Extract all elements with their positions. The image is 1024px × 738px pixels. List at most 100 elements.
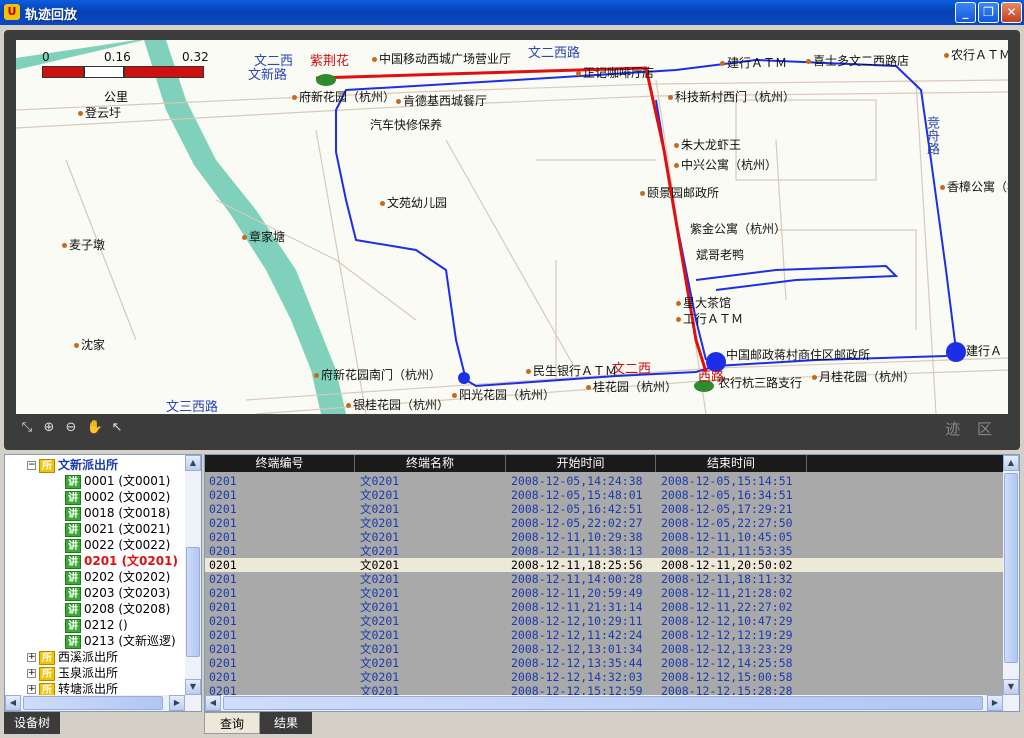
table-row[interactable]: 0201 文0201 2008-12-05,14:24:38 2008-12-05,1… — [205, 474, 1005, 488]
tree-device-item[interactable]: 讲 0203 (文0203) — [65, 585, 170, 601]
hand-icon[interactable]: ✋ — [86, 419, 104, 437]
device-tree[interactable]: − 所文新派出所 讲 0001 (文0001) 讲 0002 (文0002) 讲 0018 … — [4, 454, 202, 712]
expand-icon[interactable]: + — [27, 653, 36, 662]
tree-device-item[interactable]: 讲 0022 (文0022) — [65, 537, 170, 553]
pan-reset-icon[interactable]: ⤡ — [18, 419, 36, 437]
close-button[interactable]: ✕ — [1001, 2, 1022, 23]
scroll-thumb[interactable] — [223, 696, 983, 710]
tree-device-item[interactable]: 讲 0201 (文0201) — [65, 553, 178, 569]
table-row[interactable]: 0201 文0201 2008-12-12,13:35:44 2008-12-12,1… — [205, 656, 1005, 670]
table-row[interactable]: 0201 文0201 2008-12-12,14:32:03 2008-12-12,1… — [205, 670, 1005, 684]
scroll-up-icon[interactable]: ▲ — [1003, 455, 1019, 471]
tree-device-item[interactable]: 讲 0202 (文0202) — [65, 569, 170, 585]
tab-result[interactable]: 结果 — [260, 712, 312, 734]
tree-node[interactable]: + 所西溪派出所 — [27, 649, 118, 665]
scroll-thumb[interactable] — [23, 696, 163, 710]
scroll-left-icon[interactable]: ◀ — [5, 695, 21, 711]
tree-device-item[interactable]: 讲 0001 (文0001) — [65, 473, 170, 489]
scroll-down-icon[interactable]: ▼ — [1003, 679, 1019, 695]
grid-vscrollbar[interactable]: ▲ ▼ — [1003, 455, 1019, 695]
tree-device-item[interactable]: 讲 0213 (文新巡逻) — [65, 633, 176, 649]
poi-label[interactable]: 正记咖啡厅 — [576, 64, 643, 81]
table-row[interactable]: 0201 文0201 2008-12-11,11:38:13 2008-12-11,1… — [205, 544, 1005, 558]
column-header[interactable]: 终端编号 — [205, 455, 355, 472]
tree-vscrollbar[interactable]: ▲ ▼ — [185, 455, 201, 695]
tab-device-tree[interactable]: 设备树 — [4, 712, 60, 734]
poi-label[interactable]: 工行ＡＴＭ — [676, 310, 743, 327]
poi-label[interactable]: 中国邮政蒋村商住区邮政所 — [726, 346, 870, 363]
zoom-in-icon[interactable]: ⊕ — [40, 419, 58, 437]
poi-label[interactable]: 登云圩 — [78, 104, 121, 121]
poi-label[interactable]: 汽车快修保养 — [370, 116, 442, 133]
table-row[interactable]: 0201 文0201 2008-12-12,11:42:24 2008-12-12,1… — [205, 628, 1005, 642]
column-header[interactable]: 结束时间 — [656, 455, 807, 472]
title-bar[interactable]: U 轨迹回放 _ ❐ ✕ — [0, 0, 1024, 25]
poi-label[interactable]: 月桂花园（杭州） — [812, 368, 915, 385]
tree-hscrollbar[interactable]: ◀ ▶ — [5, 695, 201, 711]
table-row[interactable]: 0201 文0201 2008-12-12,13:01:34 2008-12-12,1… — [205, 642, 1005, 656]
poi-label[interactable]: 店 — [642, 64, 654, 81]
poi-label[interactable]: 中兴公寓（杭州） — [674, 156, 777, 173]
table-row[interactable]: 0201 文0201 2008-12-11,21:31:14 2008-12-11,2… — [205, 600, 1005, 614]
tree-device-item[interactable]: 讲 0018 (文0018) — [65, 505, 170, 521]
poi-label[interactable]: 府新花园（杭州） — [292, 88, 395, 105]
tree-device-item[interactable]: 讲 0212 () — [65, 617, 128, 633]
poi-label[interactable]: 府新花园南门（杭州） — [314, 366, 441, 383]
poi-label[interactable]: 桂花园（杭州） — [586, 378, 677, 395]
poi-label[interactable]: 斌哥老鸭 — [696, 246, 744, 263]
expand-icon[interactable]: + — [27, 685, 36, 694]
poi-label[interactable]: 科技新村西门（杭州） — [668, 88, 795, 105]
minimize-button[interactable]: _ — [955, 2, 976, 23]
table-row[interactable]: 0201 文0201 2008-12-11,10:29:38 2008-12-11,1… — [205, 530, 1005, 544]
table-row[interactable]: 0201 文0201 2008-12-12,10:29:11 2008-12-12,1… — [205, 614, 1005, 628]
poi-label[interactable]: 银桂花园（杭州） — [346, 396, 449, 413]
maximize-button[interactable]: ❐ — [978, 2, 999, 23]
column-header[interactable]: 终端名称 — [355, 455, 506, 472]
poi-label[interactable]: 建行Ａ — [966, 342, 1002, 359]
table-row[interactable]: 0201 文0201 2008-12-11,14:00:28 2008-12-11,1… — [205, 572, 1005, 586]
table-row[interactable]: 0201 文0201 2008-12-11,18:25:56 2008-12-11,2… — [205, 558, 1005, 572]
pointer-icon[interactable]: ↖ — [108, 419, 126, 437]
tab-query[interactable]: 查询 — [204, 712, 260, 734]
zoom-out-icon[interactable]: ⊖ — [62, 419, 80, 437]
poi-label[interactable]: 紫金公寓（杭州） — [690, 220, 786, 237]
expand-icon[interactable]: + — [27, 669, 36, 678]
poi-label[interactable]: 阳光花园（杭州） — [452, 386, 555, 403]
table-row[interactable]: 0201 文0201 2008-12-05,15:48:01 2008-12-05,1… — [205, 488, 1005, 502]
poi-label[interactable]: 颐景园邮政所 — [640, 184, 719, 201]
poi-label[interactable]: 星大茶馆 — [676, 294, 731, 311]
table-row[interactable]: 0201 文0201 2008-12-11,20:59:49 2008-12-11,2… — [205, 586, 1005, 600]
scroll-thumb[interactable] — [1004, 473, 1018, 663]
scroll-up-icon[interactable]: ▲ — [185, 455, 201, 471]
table-row[interactable]: 0201 文0201 2008-12-05,16:42:51 2008-12-05,1… — [205, 502, 1005, 516]
table-row[interactable]: 0201 文0201 2008-12-05,22:02:27 2008-12-05,2… — [205, 516, 1005, 530]
scroll-left-icon[interactable]: ◀ — [205, 695, 221, 711]
poi-label[interactable]: 香樟公寓（杭州） — [940, 178, 1008, 195]
poi-label[interactable]: 麦子墩 — [62, 236, 105, 253]
column-header[interactable]: 开始时间 — [506, 455, 656, 472]
result-grid[interactable]: 终端编号 终端名称 开始时间 结束时间 0201 文0201 2008-12-05,… — [204, 454, 1020, 712]
tree-device-item[interactable]: 讲 0002 (文0002) — [65, 489, 170, 505]
poi-label[interactable]: 建行ＡＴＭ — [720, 54, 787, 71]
poi-label[interactable]: 农行ＡＴＭ — [944, 46, 1008, 63]
poi-label[interactable]: 民生银行ＡＴＭ — [526, 362, 617, 379]
poi-label[interactable]: 喜士多文二西路店 — [806, 52, 909, 69]
grid-hscrollbar[interactable]: ◀ ▶ — [205, 695, 1019, 711]
tree-node[interactable]: + 所玉泉派出所 — [27, 665, 118, 681]
map-canvas[interactable]: 0 0.16 0.32 公里 文二西 紫荆花 文新路 文二西路 文三西路 竞舟路… — [16, 40, 1008, 414]
scroll-down-icon[interactable]: ▼ — [185, 679, 201, 695]
poi-label[interactable]: 肯德基西城餐厅 — [396, 92, 487, 109]
poi-label[interactable]: 朱大龙虾王 — [674, 136, 741, 153]
scroll-right-icon[interactable]: ▶ — [987, 695, 1003, 711]
tree-device-item[interactable]: 讲 0021 (文0021) — [65, 521, 170, 537]
tree-device-item[interactable]: 讲 0208 (文0208) — [65, 601, 170, 617]
poi-label[interactable]: 沈家 — [74, 336, 105, 353]
poi-label[interactable]: 章家塘 — [242, 228, 285, 245]
scroll-thumb[interactable] — [186, 547, 200, 657]
poi-label[interactable]: 中国移动西城广场营业厅 — [372, 50, 511, 67]
scroll-right-icon[interactable]: ▶ — [169, 695, 185, 711]
poi-label[interactable]: 农行杭三路支行 — [718, 374, 802, 391]
poi-label[interactable]: 文苑幼儿园 — [380, 194, 447, 211]
tree-root[interactable]: − 所文新派出所 — [27, 457, 118, 473]
collapse-icon[interactable]: − — [27, 461, 36, 470]
